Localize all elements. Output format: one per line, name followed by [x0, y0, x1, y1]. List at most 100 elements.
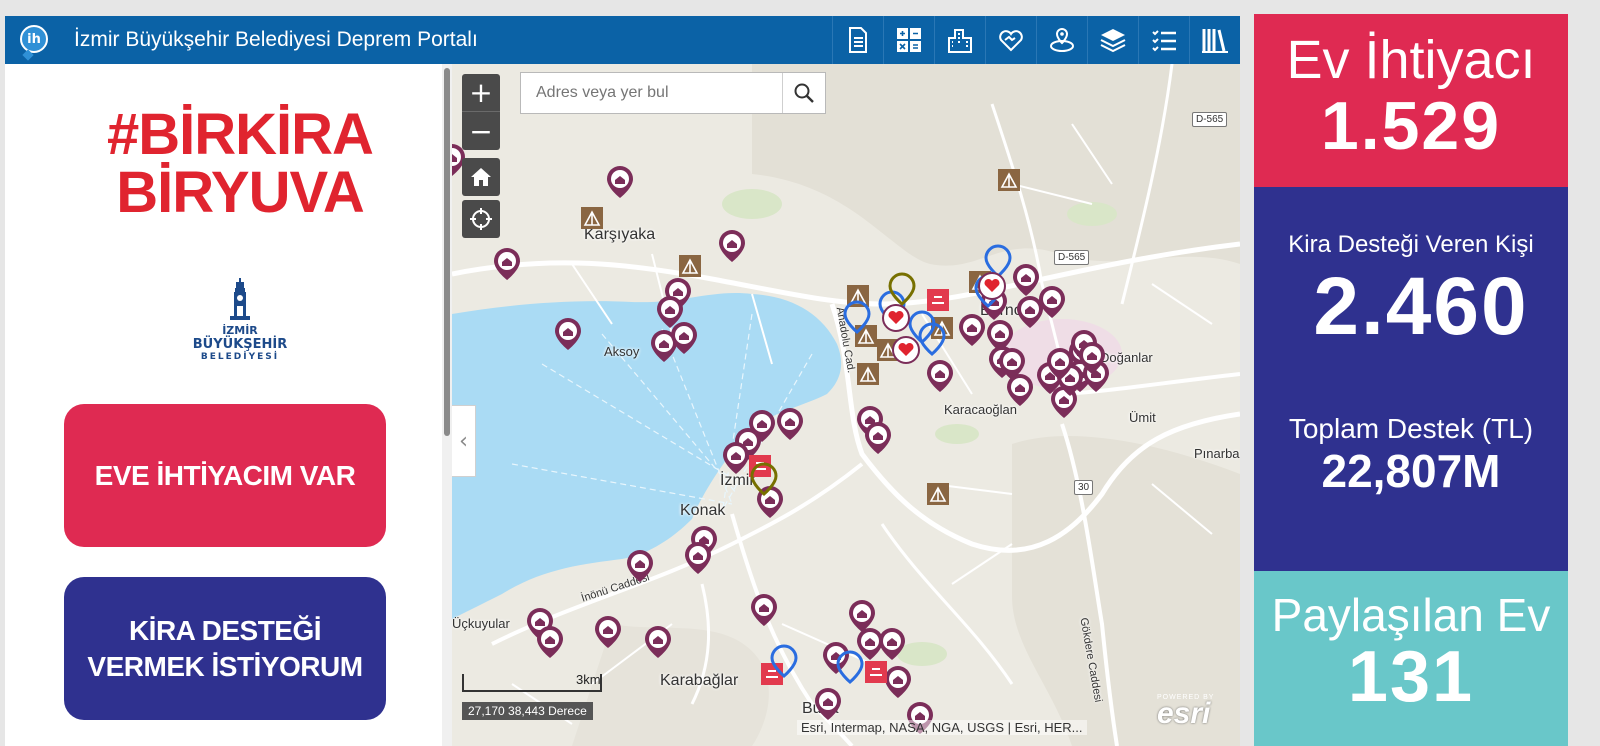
tent-marker[interactable] — [997, 168, 1021, 192]
map-attribution: Esri, Intermap, NASA, NGA, USGS | Esri, … — [797, 720, 1087, 735]
stat-total-value: 22,807M — [1321, 445, 1501, 497]
coordinate-readout: 27,170 38,443 Derece — [462, 702, 593, 720]
home-marker[interactable] — [823, 642, 849, 674]
home-marker[interactable] — [1039, 286, 1065, 318]
app-title: İzmir Büyükşehir Belediyesi Deprem Porta… — [74, 28, 478, 51]
zoom-in-button[interactable]: + — [462, 74, 500, 112]
municipality-logo: İZMİR BÜYÜKŞEHİR BELEDİYESİ — [192, 276, 288, 376]
aid-marker[interactable] — [864, 660, 888, 684]
map-pin-button[interactable] — [1036, 16, 1087, 64]
give-rent-support-button[interactable]: KİRA DESTEĞİ VERMEK İSTİYORUM — [64, 577, 386, 720]
stat-support-value: 2.460 — [1313, 261, 1529, 352]
library-button[interactable] — [1189, 16, 1240, 64]
home-marker[interactable] — [857, 628, 883, 660]
tent-marker[interactable] — [856, 362, 880, 386]
home-marker[interactable] — [1017, 296, 1043, 328]
header-toolbar — [832, 16, 1240, 64]
buildings-button[interactable] — [934, 16, 985, 64]
search-icon — [794, 83, 814, 103]
scale-label: 3km — [576, 672, 601, 687]
home-marker[interactable] — [719, 230, 745, 262]
home-marker[interactable] — [627, 550, 653, 582]
home-marker[interactable] — [815, 688, 841, 720]
home-marker[interactable] — [537, 626, 563, 658]
stat-home-need-label: Ev İhtiyacı — [1286, 30, 1536, 90]
list-icon — [1152, 30, 1176, 52]
home-marker[interactable] — [879, 628, 905, 660]
home-button[interactable] — [462, 158, 500, 196]
campaign-line2: BİRYUVA — [116, 160, 365, 225]
home-marker[interactable] — [865, 422, 891, 454]
stat-support-label: Kira Desteği Veren Kişi — [1288, 231, 1534, 258]
app-header: ih İzmir Büyükşehir Belediyesi Deprem Po… — [5, 16, 1240, 64]
need-home-label: EVE İHTİYACIM VAR — [94, 459, 356, 491]
home-marker[interactable] — [1013, 264, 1039, 296]
stats-panel: Ev İhtiyacı 1.529 Kira Desteği Veren Kiş… — [1254, 14, 1568, 746]
search-input[interactable] — [521, 73, 783, 113]
document-icon — [849, 27, 867, 53]
stat-support: Kira Desteği Veren Kişi 2.460 Toplam Des… — [1254, 187, 1568, 571]
tent-marker[interactable] — [854, 324, 878, 348]
calculator-button[interactable] — [883, 16, 934, 64]
home-marker[interactable] — [723, 442, 749, 474]
locate-button[interactable] — [462, 200, 500, 238]
tent-marker[interactable] — [580, 206, 604, 230]
home-marker[interactable] — [927, 360, 953, 392]
muni-text-belediyesi: BELEDİYESİ — [200, 352, 280, 362]
page-scrollbar[interactable] — [1580, 0, 1600, 746]
tent-marker[interactable] — [678, 254, 702, 278]
document-button[interactable] — [832, 16, 883, 64]
stat-shared-homes: Paylaşılan Ev 131 — [1254, 571, 1568, 746]
search-box — [520, 72, 826, 114]
muni-text-buyuksehir: BÜYÜKŞEHİR — [192, 337, 288, 352]
app-logo[interactable]: ih — [20, 25, 50, 61]
stat-home-need: Ev İhtiyacı 1.529 — [1254, 14, 1568, 187]
map-markers — [452, 144, 1109, 734]
locate-icon — [470, 208, 492, 230]
zoom-control: + − — [462, 74, 500, 150]
campaign-line1: #BİRKİRA — [107, 102, 374, 167]
home-marker[interactable] — [751, 594, 777, 626]
zoom-out-button[interactable]: − — [462, 112, 500, 150]
calculator-icon — [897, 28, 921, 52]
home-marker[interactable] — [607, 166, 633, 198]
home-icon — [471, 168, 491, 186]
stat-home-need-value: 1.529 — [1320, 88, 1502, 164]
home-marker[interactable] — [555, 318, 581, 350]
home-marker[interactable] — [849, 600, 875, 632]
list-button[interactable] — [1138, 16, 1189, 64]
buildings-icon — [948, 29, 972, 53]
heart-hands-button[interactable] — [985, 16, 1036, 64]
home-marker[interactable] — [885, 666, 911, 698]
home-marker[interactable] — [959, 314, 985, 346]
home-marker[interactable] — [777, 408, 803, 440]
aid-marker[interactable] — [926, 288, 950, 312]
campaign-logo: #BİRKİRA BİRYUVA — [90, 106, 390, 222]
home-marker[interactable] — [645, 626, 671, 658]
layers-icon — [1100, 29, 1126, 53]
give-rent-support-label: KİRA DESTEĞİ VERMEK İSTİYORUM — [87, 614, 363, 682]
heart-marker[interactable] — [882, 304, 910, 332]
chevron-left-icon: ‹ — [459, 428, 468, 454]
layers-button[interactable] — [1087, 16, 1138, 64]
home-marker[interactable] — [1007, 374, 1033, 406]
home-marker[interactable] — [494, 248, 520, 280]
stat-shared-value: 131 — [1347, 637, 1475, 717]
esri-wordmark: esri — [1157, 697, 1211, 730]
heart-marker[interactable] — [978, 272, 1006, 300]
heart-hands-icon — [999, 30, 1023, 52]
collapse-panel-button[interactable]: ‹ — [452, 405, 476, 477]
heart-marker[interactable] — [892, 336, 920, 364]
left-panel-scroll-thumb[interactable] — [444, 68, 450, 436]
app-logo-text: ih — [20, 25, 48, 53]
need-home-button[interactable]: EVE İHTİYACIM VAR — [64, 404, 386, 547]
library-icon — [1202, 29, 1228, 53]
map-view[interactable]: Karşıyaka Aksoy Bornova Doğanlar Karacao… — [452, 64, 1240, 746]
home-marker[interactable] — [595, 616, 621, 648]
stat-total-label: Toplam Destek (TL) — [1288, 413, 1534, 444]
home-marker[interactable] — [685, 542, 711, 574]
map-pin-icon — [1050, 27, 1074, 52]
search-button[interactable] — [783, 73, 825, 113]
tent-marker[interactable] — [926, 482, 950, 506]
left-panel-scrollbar[interactable] — [442, 64, 452, 746]
